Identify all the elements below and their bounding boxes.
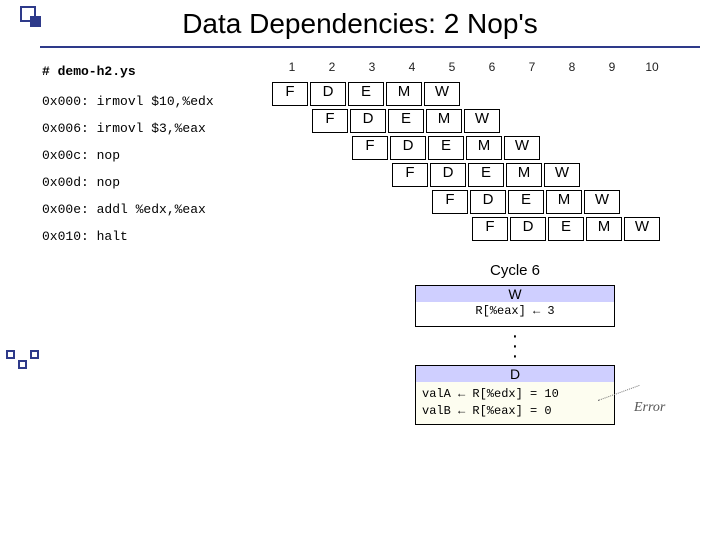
- cycle-number: 7: [512, 60, 552, 74]
- stage-w-header: W: [416, 286, 614, 302]
- stage-w-body: R[%eax] ← 3: [416, 302, 614, 318]
- stage-box-d: D valA ← R[%edx] = 10 valB ← R[%eax] = 0: [415, 365, 615, 425]
- cycle-label: Cycle 6: [400, 262, 630, 279]
- pipeline-cell: M: [426, 109, 462, 133]
- code-listing: 0x000: irmovl $10,%edx0x006: irmovl $3,%…: [42, 88, 214, 250]
- pipeline-cell: M: [546, 190, 582, 214]
- pipeline-cell: M: [506, 163, 542, 187]
- pipeline-grid: FDEMWFDEMWFDEMWFDEMWFDEMWFDEMW: [272, 82, 662, 244]
- pipeline-cell: M: [386, 82, 422, 106]
- cycle-header-row: 12345678910: [272, 60, 672, 74]
- pipeline-row: FDEMW: [392, 163, 662, 190]
- pipeline-cell: D: [350, 109, 386, 133]
- pipeline-cell: W: [624, 217, 660, 241]
- pipeline-cell: F: [432, 190, 468, 214]
- pipeline-cell: E: [508, 190, 544, 214]
- pipeline-cell: W: [464, 109, 500, 133]
- pipeline-row: FDEMW: [472, 217, 662, 244]
- demo-file-label: # demo-h2.ys: [42, 64, 136, 79]
- code-line: 0x000: irmovl $10,%edx: [42, 88, 214, 115]
- pipeline-cell: W: [424, 82, 460, 106]
- pipeline-row: FDEMW: [432, 190, 662, 217]
- pipeline-cell: E: [428, 136, 464, 160]
- decor-left-1: [6, 350, 15, 359]
- code-line: 0x00e: addl %edx,%eax: [42, 196, 214, 223]
- cycle-number: 5: [432, 60, 472, 74]
- decor-left-3: [30, 350, 39, 359]
- code-line: 0x00c: nop: [42, 142, 214, 169]
- pipeline-cell: F: [312, 109, 348, 133]
- pipeline-cell: W: [504, 136, 540, 160]
- pipeline-cell: E: [468, 163, 504, 187]
- stage-d-line1: valA ← R[%edx] = 10: [422, 386, 608, 403]
- pipeline-cell: M: [586, 217, 622, 241]
- code-line: 0x006: irmovl $3,%eax: [42, 115, 214, 142]
- pipeline-cell: D: [430, 163, 466, 187]
- cycle-number: 3: [352, 60, 392, 74]
- error-label: Error: [634, 400, 665, 416]
- stage-d-header: D: [416, 366, 614, 382]
- pipeline-cell: F: [272, 82, 308, 106]
- pipeline-row: FDEMW: [272, 82, 662, 109]
- pipeline-cell: D: [510, 217, 546, 241]
- code-line: 0x00d: nop: [42, 169, 214, 196]
- pipeline-cell: D: [390, 136, 426, 160]
- pipeline-cell: W: [544, 163, 580, 187]
- cycle-number: 8: [552, 60, 592, 74]
- cycle-number: 1: [272, 60, 312, 74]
- stage-d-line2: valB ← R[%eax] = 0: [422, 403, 608, 420]
- cycle-detail: Cycle 6 W R[%eax] ← 3 ··· D valA ← R[%ed…: [400, 262, 630, 425]
- stage-box-w: W R[%eax] ← 3: [415, 285, 615, 327]
- cycle-number: 9: [592, 60, 632, 74]
- page-title: Data Dependencies: 2 Nop's: [0, 8, 720, 40]
- cycle-number: 10: [632, 60, 672, 74]
- pipeline-cell: W: [584, 190, 620, 214]
- ellipsis-icon: ···: [400, 331, 630, 361]
- pipeline-cell: F: [352, 136, 388, 160]
- code-line: 0x010: halt: [42, 223, 214, 250]
- pipeline-cell: E: [548, 217, 584, 241]
- pipeline-row: FDEMW: [352, 136, 662, 163]
- pipeline-cell: F: [472, 217, 508, 241]
- pipeline-row: FDEMW: [312, 109, 662, 136]
- decor-left-2: [18, 360, 27, 369]
- cycle-number: 4: [392, 60, 432, 74]
- pipeline-cell: M: [466, 136, 502, 160]
- pipeline-cell: F: [392, 163, 428, 187]
- pipeline-cell: E: [388, 109, 424, 133]
- title-underline: [40, 46, 700, 48]
- cycle-number: 6: [472, 60, 512, 74]
- pipeline-cell: E: [348, 82, 384, 106]
- pipeline-cell: D: [470, 190, 506, 214]
- cycle-number: 2: [312, 60, 352, 74]
- pipeline-cell: D: [310, 82, 346, 106]
- stage-d-body: valA ← R[%edx] = 10 valB ← R[%eax] = 0: [416, 382, 614, 424]
